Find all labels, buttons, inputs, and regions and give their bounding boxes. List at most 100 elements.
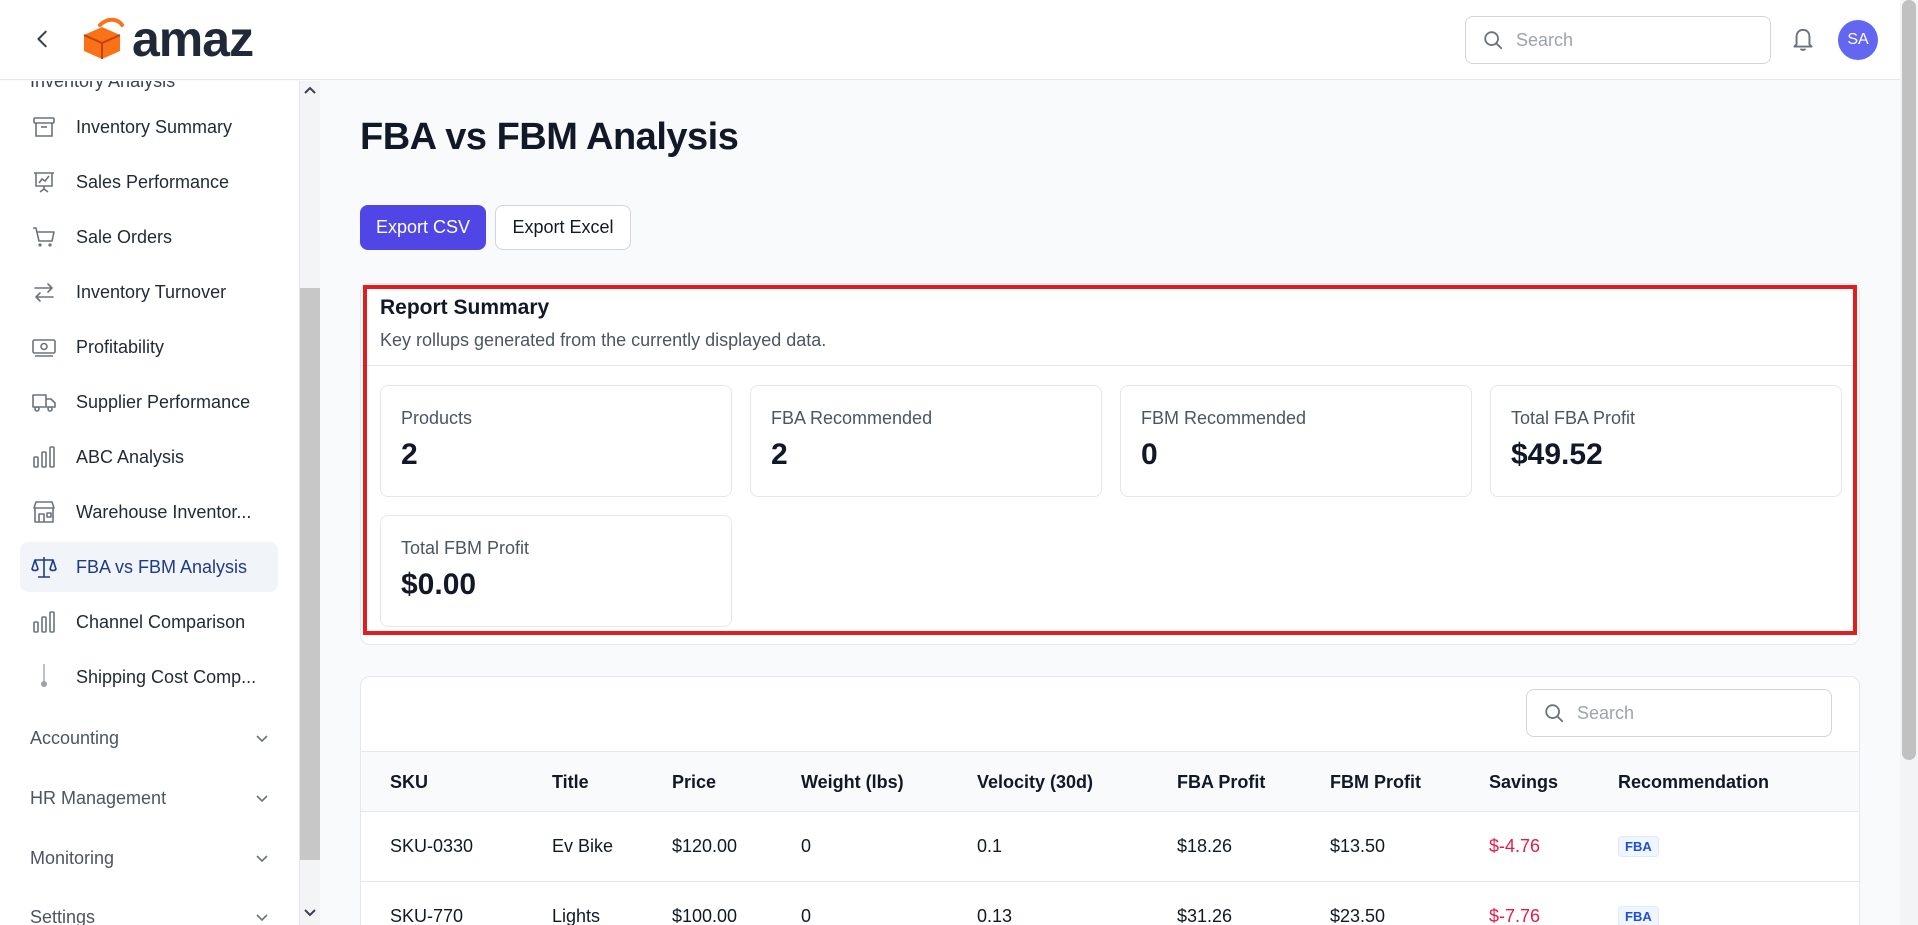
stat-label: Total FBM Profit [401,538,530,558]
sidebar-section-monitoring[interactable]: Monitoring [30,838,270,878]
sidebar-item-warehouse-inventory[interactable]: Warehouse Inventor... [20,487,278,537]
sidebar: Inventory Analysis Inventory Summary Sal… [0,81,300,925]
column-header-velocity[interactable]: Velocity (30d) [977,772,1093,793]
stat-value: 2 [401,438,418,471]
sidebar-item-abc-analysis[interactable]: ABC Analysis [20,432,278,482]
cell-sku: SKU-0330 [390,836,474,856]
stat-value: 0 [1141,438,1158,471]
sidebar-item-sale-orders[interactable]: Sale Orders [20,212,278,262]
chevron-left-icon [37,30,47,48]
cell-fbm-profit: $13.50 [1330,836,1386,856]
building-storefront-icon [30,498,58,526]
archive-box-icon [30,113,58,141]
stat-card-total-fba-profit: Total FBA Profit $49.52 [1490,385,1842,497]
sidebar-item-label: Shipping Cost Comp... [76,666,257,687]
column-header-fbm-profit[interactable]: FBM Profit [1330,772,1421,793]
stat-card-fbm-recommended: FBM Recommended 0 [1120,385,1472,497]
back-button[interactable] [28,24,58,54]
cell-weight: 0 [801,906,812,925]
page-scrollbar-thumb[interactable] [1902,0,1916,760]
stat-label: FBM Recommended [1141,408,1307,428]
scale-icon [30,553,58,581]
cell-weight: 0 [801,836,812,856]
table-search-input[interactable] [1577,702,1777,724]
chevron-down-icon [256,735,268,743]
cell-velocity: 0.1 [977,836,1003,856]
cell-velocity: 0.13 [977,906,1013,925]
cell-title: Lights [552,906,601,925]
sidebar-item-label: Sales Performance [76,171,230,192]
stat-value: 2 [771,438,788,471]
sidebar-item-label: FBA vs FBM Analysis [76,556,248,577]
cell-price: $120.00 [672,836,738,856]
tree-dot-icon [30,663,58,691]
header-search-input[interactable] [1516,29,1716,51]
table-search[interactable] [1526,689,1832,737]
logo-box-icon [83,17,124,59]
chevron-down-icon [304,909,316,917]
sidebar-item-profitability[interactable]: Profitability [20,322,278,372]
shopping-cart-icon [30,223,58,251]
sidebar-item-label: Profitability [76,336,165,357]
cell-savings: $-4.76 [1489,836,1541,856]
bell-icon [1793,28,1813,51]
sidebar-item-inventory-summary[interactable]: Inventory Summary [20,102,278,152]
sidebar-item-channel-comparison[interactable]: Channel Comparison [20,597,278,647]
stat-label: Products [401,408,473,428]
summary-title: Report Summary [380,296,550,319]
sidebar-item-label: Channel Comparison [76,611,246,632]
table-row[interactable]: SKU-770 Lights $100.00 0 0.13 $31.26 $23… [361,882,1859,925]
sidebar-scrollbar-thumb[interactable] [300,288,320,860]
search-icon [1484,31,1503,50]
page-title: FBA vs FBM Analysis [360,116,739,158]
column-header-weight[interactable]: Weight (lbs) [801,772,904,793]
stat-card-total-fbm-profit: Total FBM Profit $0.00 [380,515,732,627]
sidebar-section-settings[interactable]: Settings [30,897,270,925]
chevron-down-icon [256,795,268,803]
sidebar-item-fba-vs-fbm[interactable]: FBA vs FBM Analysis [20,542,278,592]
chevron-up-icon [304,86,316,94]
column-header-savings[interactable]: Savings [1489,772,1558,793]
logo[interactable]: amaz [78,14,254,64]
cell-title: Ev Bike [552,836,614,856]
presentation-chart-icon [30,168,58,196]
column-header-price[interactable]: Price [672,772,716,793]
column-header-sku[interactable]: SKU [390,772,428,793]
bar-chart-icon [30,608,58,636]
sidebar-item-label: Supplier Performance [76,391,251,412]
export-excel-button[interactable]: Export Excel [495,205,631,250]
scroll-up-arrow[interactable] [302,82,318,98]
notifications-button[interactable] [1790,25,1820,55]
stat-card-fba-recommended: FBA Recommended 2 [750,385,1102,497]
avatar[interactable]: SA [1838,20,1878,60]
table-row[interactable]: SKU-0330 Ev Bike $120.00 0 0.1 $18.26 $1… [361,812,1859,882]
column-header-fba-profit[interactable]: FBA Profit [1177,772,1265,793]
sidebar-item-label: Inventory Turnover [76,281,227,302]
column-header-recommendation[interactable]: Recommendation [1618,772,1769,793]
cell-price: $100.00 [672,906,738,925]
arrows-right-left-icon [30,278,58,306]
divider [361,365,1855,366]
sidebar-item-inventory-turnover[interactable]: Inventory Turnover [20,267,278,317]
table-header: SKU Title Price Weight (lbs) Velocity (3… [361,751,1859,812]
sidebar-section-label: Accounting [30,727,120,748]
sidebar-item-supplier-performance[interactable]: Supplier Performance [20,377,278,427]
sidebar-section-accounting[interactable]: Accounting [30,718,270,758]
stat-value: $0.00 [401,568,477,601]
truck-icon [30,388,58,416]
column-header-title[interactable]: Title [552,772,589,793]
sidebar-item-sales-performance[interactable]: Sales Performance [20,157,278,207]
header-search[interactable] [1465,16,1771,64]
cell-fba-profit: $18.26 [1177,836,1233,856]
sidebar-partial-item[interactable]: Inventory Analysis [30,81,175,92]
cell-fba-profit: $31.26 [1177,906,1233,925]
top-header: amaz SA [0,0,1900,80]
sidebar-item-shipping-cost[interactable]: Shipping Cost Comp... [20,652,278,702]
recommendation-badge: FBA [1618,906,1659,925]
banknotes-icon [30,333,58,361]
scroll-down-arrow[interactable] [302,905,318,921]
bar-chart-icon [30,443,58,471]
export-csv-button[interactable]: Export CSV [360,205,486,250]
cell-fbm-profit: $23.50 [1330,906,1386,925]
sidebar-section-hr-management[interactable]: HR Management [30,778,270,818]
